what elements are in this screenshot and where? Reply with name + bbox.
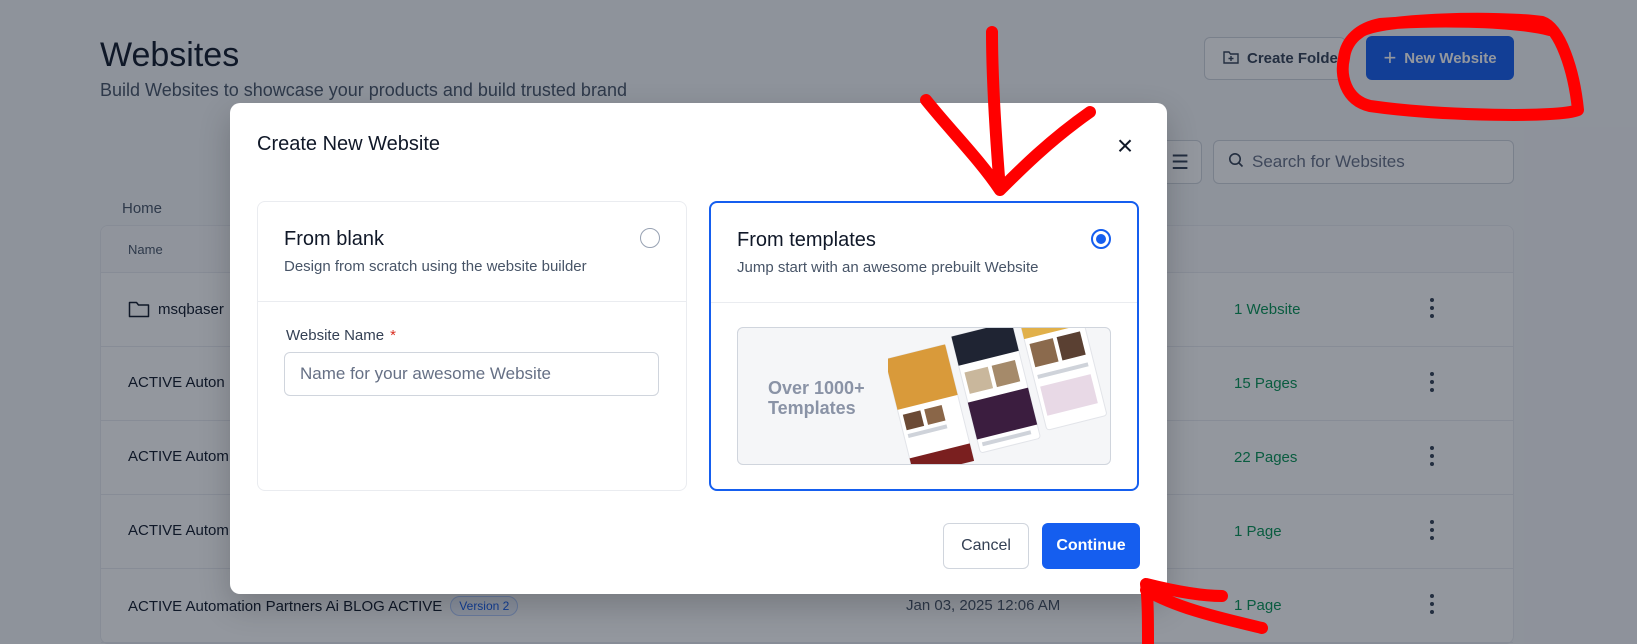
website-name-label-text: Website Name xyxy=(286,327,385,344)
from-blank-header[interactable]: From blank Design from scratch using the… xyxy=(258,202,686,302)
templates-preview-text: Over 1000+ Templates xyxy=(768,378,898,418)
cancel-button[interactable]: Cancel xyxy=(943,523,1029,569)
from-blank-title: From blank xyxy=(284,228,385,250)
preview-text-line2: Templates xyxy=(768,398,856,418)
template-thumbnails-art xyxy=(888,328,1107,464)
templates-preview-image: Over 1000+ Templates xyxy=(737,327,1111,465)
from-blank-description: Design from scratch using the website bu… xyxy=(284,258,587,275)
website-name-input[interactable] xyxy=(284,352,659,396)
close-icon[interactable]: × xyxy=(1112,132,1138,160)
from-templates-header[interactable]: From templates Jump start with an awesom… xyxy=(711,203,1137,303)
continue-button[interactable]: Continue xyxy=(1042,523,1140,569)
preview-text-line1: Over 1000+ xyxy=(768,378,865,398)
website-name-label: Website Name * xyxy=(286,327,396,344)
required-asterisk: * xyxy=(390,327,396,344)
from-templates-title: From templates xyxy=(737,229,876,251)
from-templates-radio[interactable] xyxy=(1091,229,1111,249)
create-website-modal: Create New Website × From blank Design f… xyxy=(230,103,1167,594)
from-blank-card[interactable]: From blank Design from scratch using the… xyxy=(257,201,687,491)
modal-title: Create New Website xyxy=(257,133,441,155)
from-templates-description: Jump start with an awesome prebuilt Webs… xyxy=(737,259,1039,276)
from-blank-radio[interactable] xyxy=(640,228,660,248)
from-templates-card[interactable]: From templates Jump start with an awesom… xyxy=(709,201,1139,491)
